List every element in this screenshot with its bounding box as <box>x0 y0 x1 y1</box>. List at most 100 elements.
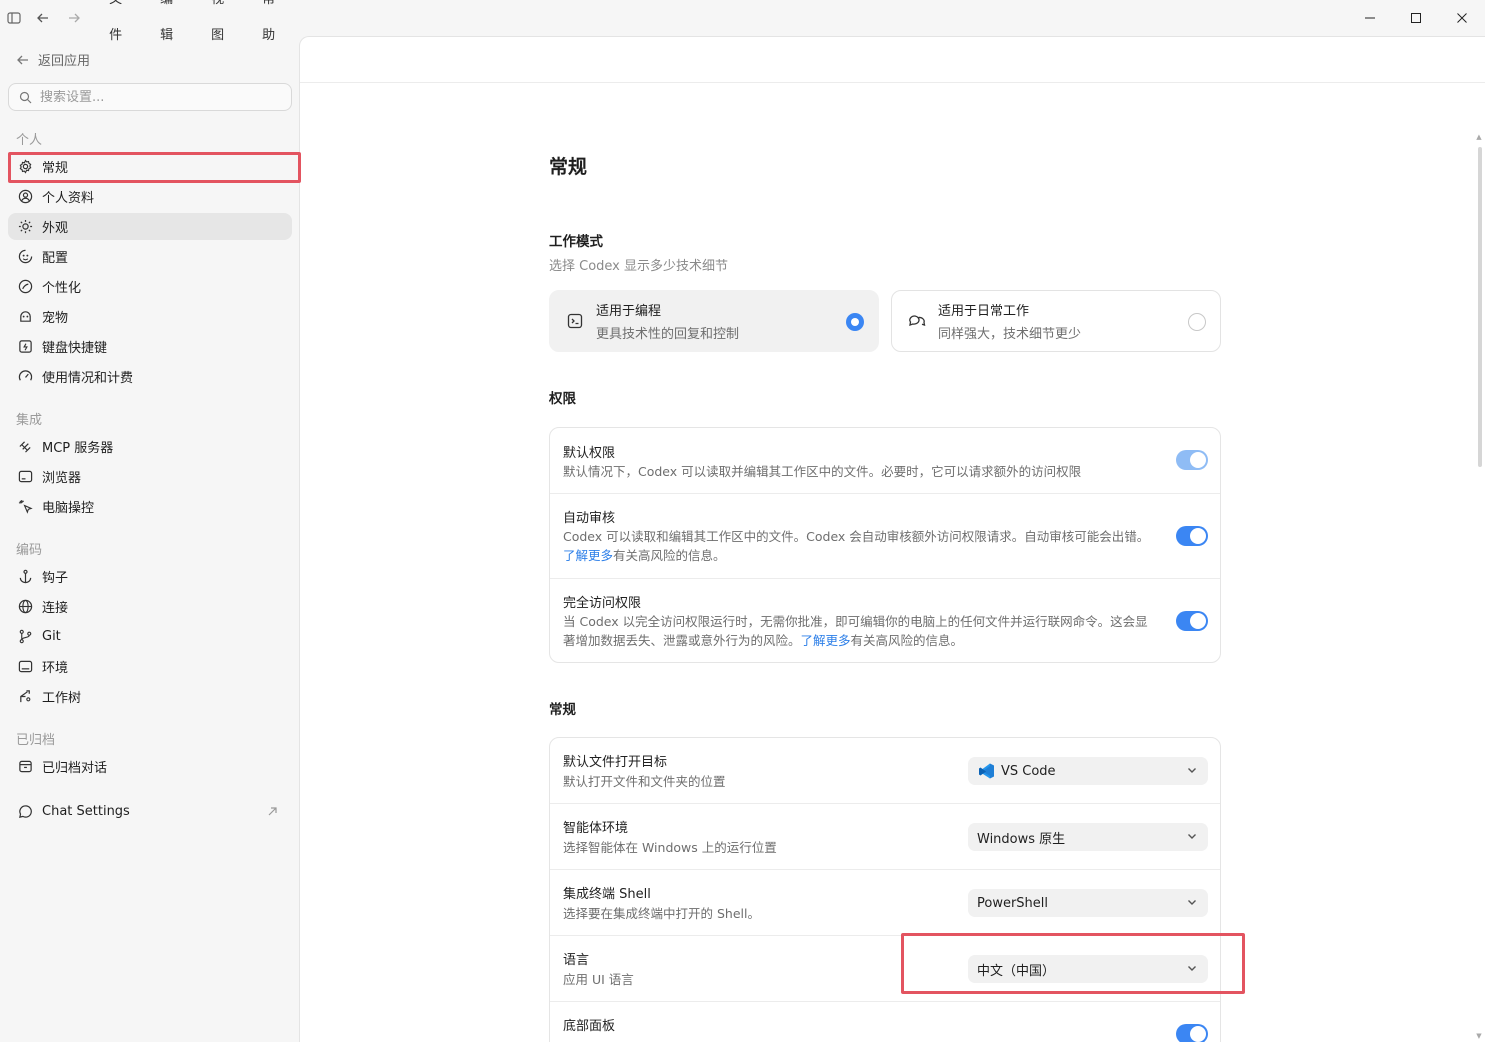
scroll-down-icon[interactable]: ▼ <box>1475 1033 1483 1040</box>
sidebar-item-label: Chat Settings <box>42 804 130 819</box>
radio-selected[interactable] <box>846 313 864 331</box>
back-to-app-label: 返回应用 <box>38 54 91 69</box>
globe-icon <box>17 599 33 615</box>
sidebar-item-mcp[interactable]: MCP 服务器 <box>8 433 292 460</box>
sidebar-toggle-icon[interactable] <box>0 0 27 36</box>
sidebar-item-archived-chats[interactable]: 已归档对话 <box>8 753 292 780</box>
sidebar-item-config[interactable]: 配置 <box>8 243 292 270</box>
sidebar-item-label: 浏览器 <box>42 471 82 486</box>
scrollbar-thumb[interactable] <box>1478 147 1482 467</box>
terminal-icon <box>17 659 33 675</box>
sidebar-item-label: 工作树 <box>42 691 82 706</box>
work-mode-heading: 工作模式 <box>549 234 603 250</box>
sidebar-item-environment[interactable]: 环境 <box>8 653 292 680</box>
open-target-select[interactable]: VS Code <box>968 757 1208 785</box>
sidebar-item-git[interactable]: Git <box>8 623 292 650</box>
general-row-bottom-panel: 底部面板 <box>550 1002 1220 1042</box>
browser-icon <box>17 469 33 485</box>
chevron-down-icon <box>1186 830 1198 842</box>
mode-card-coding[interactable]: 适用于编程 更具技术性的回复和控制 <box>549 290 879 352</box>
sidebar-item-label: 外观 <box>42 221 69 236</box>
arrow-left-icon <box>16 53 30 67</box>
general-panel: 默认文件打开目标 默认打开文件和文件夹的位置 VS Code 智能体环境 选择智… <box>549 737 1221 1042</box>
sidebar-item-hooks[interactable]: 钩子 <box>8 563 292 590</box>
minimize-icon[interactable] <box>1347 0 1393 36</box>
language-select[interactable]: 中文（中国） <box>968 955 1208 983</box>
general-row-open-target: 默认文件打开目标 默认打开文件和文件夹的位置 VS Code <box>550 738 1220 804</box>
row-desc-text: Codex 可以读取和编辑其工作区中的文件。Codex 会自动审核额外访问权限请… <box>563 529 1150 544</box>
back-arrow-icon[interactable] <box>27 0 58 36</box>
permission-row-auto-review: 自动审核 Codex 可以读取和编辑其工作区中的文件。Codex 会自动审核额外… <box>550 494 1220 579</box>
sidebar-item-general[interactable]: 常规 <box>8 153 292 180</box>
permission-row-full-access: 完全访问权限 当 Codex 以完全访问权限运行时，无需你批准，即可编辑你的电脑… <box>550 579 1220 664</box>
chevron-down-icon <box>1186 896 1198 908</box>
gear-icon <box>17 159 33 175</box>
row-title: 自动审核 <box>563 511 616 526</box>
sidebar-item-computer-control[interactable]: 电脑操控 <box>8 493 292 520</box>
sidebar-item-label: 钩子 <box>42 571 69 586</box>
anchor-icon <box>17 569 33 585</box>
learn-more-link[interactable]: 了解更多 <box>801 633 851 648</box>
row-desc-tail: 有关高风险的信息。 <box>850 633 964 648</box>
permissions-heading: 权限 <box>549 391 576 407</box>
sidebar-item-chat-settings[interactable]: Chat Settings <box>8 798 292 825</box>
section-coding: 编码 <box>16 543 43 558</box>
chevron-down-icon <box>1186 962 1198 974</box>
sidebar-item-worktree[interactable]: 工作树 <box>8 683 292 710</box>
row-title: 默认权限 <box>563 446 616 461</box>
terminal-icon <box>566 312 584 330</box>
sidebar-item-pet[interactable]: 宠物 <box>8 303 292 330</box>
git-icon <box>17 629 33 645</box>
profile-icon <box>17 189 33 205</box>
work-mode-desc: 选择 Codex 显示多少技术细节 <box>549 259 729 274</box>
sidebar-item-usage[interactable]: 使用情况和计费 <box>8 363 292 390</box>
sidebar-item-browser[interactable]: 浏览器 <box>8 463 292 490</box>
default-permission-toggle[interactable] <box>1176 450 1208 470</box>
auto-review-toggle[interactable] <box>1176 526 1208 546</box>
sidebar-item-profile[interactable]: 个人资料 <box>8 183 292 210</box>
sun-icon <box>17 219 33 235</box>
maximize-icon[interactable] <box>1393 0 1439 36</box>
forward-arrow-icon[interactable] <box>59 0 90 36</box>
sidebar-item-appearance[interactable]: 外观 <box>8 213 292 240</box>
mode-card-daily[interactable]: 适用于日常工作 同样强大，技术细节更少 <box>891 290 1221 352</box>
sidebar-item-connections[interactable]: 连接 <box>8 593 292 620</box>
close-icon[interactable] <box>1439 0 1485 36</box>
search-icon <box>19 91 32 104</box>
full-access-toggle[interactable] <box>1176 611 1208 631</box>
section-integration: 集成 <box>16 413 43 428</box>
permission-row-default: 默认权限 默认情况下，Codex 可以读取并编辑其工作区中的文件。必要时，它可以… <box>550 428 1220 494</box>
sidebar-item-label: Git <box>42 629 61 644</box>
agent-env-select[interactable]: Windows 原生 <box>968 823 1208 851</box>
back-to-app-button[interactable]: 返回应用 <box>16 50 90 69</box>
row-desc-tail: 有关高风险的信息。 <box>613 548 726 563</box>
radio-unselected[interactable] <box>1188 313 1206 331</box>
settings-sidebar: 返回应用 个人 常规 个人资料 外观 配置 个性化 宠物 键盘快捷键 使用情况和… <box>0 36 300 1042</box>
cursor-icon <box>17 499 33 515</box>
sidebar-item-label: 个性化 <box>42 281 82 296</box>
scroll-up-icon[interactable]: ▲ <box>1475 134 1483 141</box>
sidebar-item-keyboard[interactable]: 键盘快捷键 <box>8 333 292 360</box>
sidebar-item-label: 键盘快捷键 <box>42 341 108 356</box>
search-input[interactable] <box>40 89 270 105</box>
keyboard-icon <box>17 339 33 355</box>
learn-more-link[interactable]: 了解更多 <box>563 548 613 563</box>
section-personal: 个人 <box>16 133 43 148</box>
shell-select[interactable]: PowerShell <box>968 889 1208 917</box>
pet-icon <box>17 309 33 325</box>
row-title: 集成终端 Shell <box>563 887 651 902</box>
worktree-icon <box>17 689 33 705</box>
sidebar-item-label: 配置 <box>42 251 69 266</box>
mode-title: 适用于日常工作 <box>938 304 1030 319</box>
select-value: Windows 原生 <box>977 831 1066 847</box>
bottom-panel-toggle[interactable] <box>1176 1024 1208 1042</box>
select-value: VS Code <box>1001 763 1056 779</box>
personalize-icon <box>17 279 33 295</box>
sidebar-item-personalize[interactable]: 个性化 <box>8 273 292 300</box>
sidebar-item-label: 个人资料 <box>42 191 95 206</box>
external-link-icon <box>264 804 280 820</box>
settings-main: 常规 工作模式 选择 Codex 显示多少技术细节 适用于编程 更具技术性的回复… <box>299 36 1485 1042</box>
title-bar: 文件 编辑 视图 帮助 <box>0 0 300 43</box>
sidebar-item-label: 宠物 <box>42 311 69 326</box>
window-controls <box>1347 0 1485 36</box>
